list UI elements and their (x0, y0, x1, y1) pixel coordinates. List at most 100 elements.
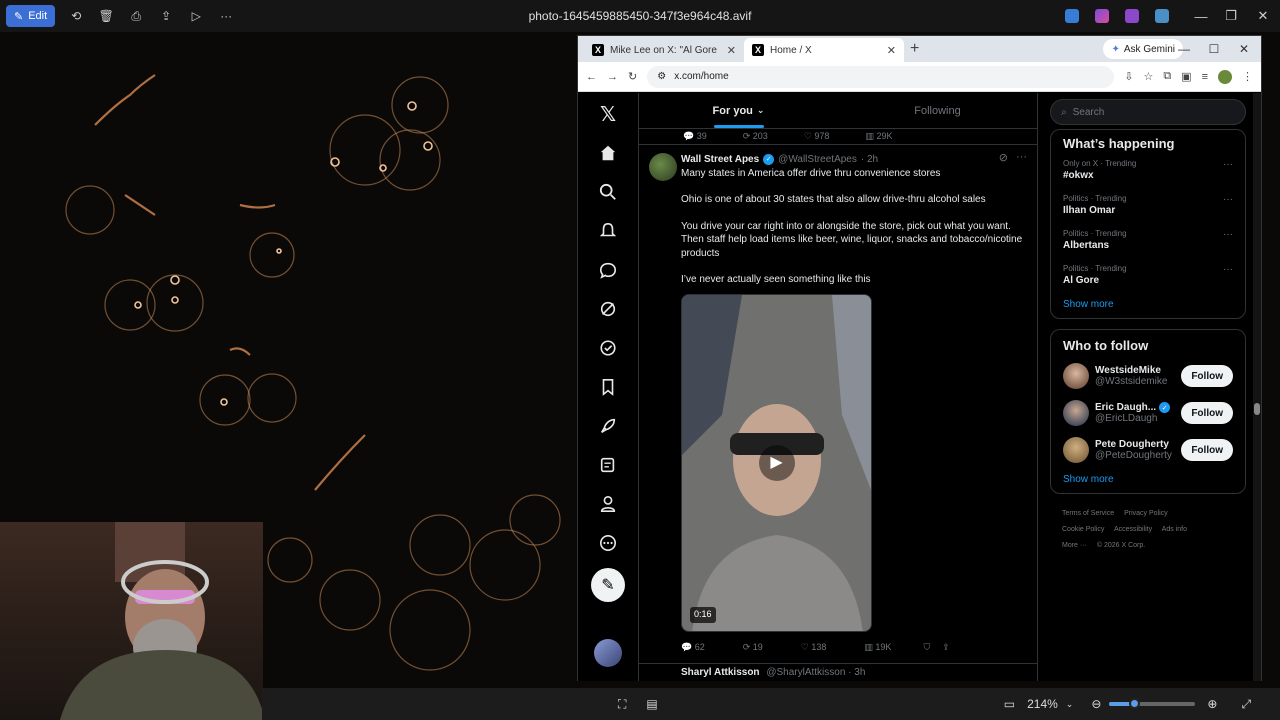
tweet-time[interactable]: · 2h (861, 153, 878, 167)
play-icon[interactable]: ▶ (758, 444, 795, 481)
tab-following[interactable]: Following (838, 93, 1037, 128)
repost-button[interactable]: ⟳ 19 (743, 642, 763, 653)
close-tab-icon[interactable]: ✕ (887, 44, 896, 57)
forward-icon[interactable]: → (607, 71, 618, 83)
install-icon[interactable]: ⇩ (1124, 70, 1133, 83)
grok-explain-icon[interactable]: ⊘ (999, 151, 1008, 164)
views-button[interactable]: ▥ 19K (864, 642, 891, 653)
tab-mike-lee[interactable]: X Mike Lee on X: "Al Gore has cal ✕ (584, 38, 744, 62)
like-button[interactable]: ♡ 138 (801, 642, 827, 653)
next-tweet-preview[interactable]: Sharyl Attkisson @SharylAttkisson · 3h (639, 663, 1037, 681)
x-logo-icon[interactable]: 𝕏 (595, 101, 621, 127)
avatar[interactable] (1063, 363, 1089, 389)
account-avatar[interactable] (594, 639, 622, 667)
bookmarks-icon[interactable] (595, 374, 621, 400)
zoom-in-icon[interactable]: ⊕ (1207, 697, 1217, 711)
minimize-icon[interactable]: — (1169, 38, 1199, 60)
aspect-icon[interactable]: ▭ (1004, 697, 1015, 711)
app-tray-icon[interactable] (1125, 9, 1139, 23)
author-name[interactable]: Sharyl Attkisson (681, 667, 760, 678)
grok-icon[interactable] (595, 296, 621, 322)
chevron-down-icon[interactable]: ⌄ (1066, 699, 1074, 710)
fit-icon[interactable]: ⛶ (618, 697, 626, 712)
new-tab-icon[interactable]: + (910, 38, 919, 62)
zoom-slider-thumb[interactable] (1129, 698, 1141, 709)
reading-list-icon[interactable]: ≡ (1202, 71, 1208, 83)
trend-item[interactable]: Politics · Trending Ilhan Omar ··· (1063, 194, 1233, 216)
menu-icon[interactable]: ⋮ (1242, 70, 1253, 83)
trend-item[interactable]: Politics · Trending Al Gore ··· (1063, 264, 1233, 286)
cloud-icon[interactable] (1155, 9, 1169, 23)
trend-item[interactable]: Only on X · Trending #okwx ··· (1063, 159, 1233, 181)
extensions-icon[interactable]: ⧉ (1163, 70, 1171, 83)
scrollbar-thumb[interactable] (1254, 403, 1260, 415)
author-name[interactable]: Wall Street Apes (681, 153, 759, 167)
repost-count[interactable]: ⟳ 203 (743, 131, 768, 142)
reload-icon[interactable]: ↻ (628, 70, 637, 83)
rocket-icon[interactable] (595, 413, 621, 439)
close-icon[interactable]: ✕ (1229, 38, 1259, 60)
bookmark-star-icon[interactable]: ☆ (1143, 70, 1153, 83)
zoom-slider[interactable] (1109, 698, 1196, 709)
follow-button[interactable]: Follow (1181, 365, 1233, 387)
messages-icon[interactable] (595, 257, 621, 283)
more-options-icon[interactable]: ··· (1223, 159, 1233, 170)
avatar[interactable] (1063, 437, 1089, 463)
show-more-link[interactable]: Show more (1063, 299, 1233, 310)
back-icon[interactable]: ← (586, 71, 597, 83)
footer-link[interactable]: Accessibility (1114, 526, 1152, 533)
rotate-icon[interactable]: ⟲ (67, 7, 85, 25)
tweet[interactable]: ⊘ ··· Wall Street Apes ✓ @WallStreetApes… (639, 145, 1037, 656)
slideshow-icon[interactable]: ▷ (187, 7, 205, 25)
more-options-icon[interactable]: ··· (217, 7, 235, 25)
follow-button[interactable]: Follow (1181, 402, 1233, 424)
share-icon[interactable]: ⇪ (942, 642, 950, 653)
maximize-icon[interactable]: ❐ (1216, 0, 1246, 32)
verified-orgs-icon[interactable] (595, 335, 621, 361)
footer-link[interactable]: Ads info (1162, 526, 1187, 533)
articles-icon[interactable] (595, 452, 621, 478)
zoom-out-icon[interactable]: ⊖ (1091, 697, 1101, 711)
close-icon[interactable]: ✕ (1248, 0, 1278, 32)
home-icon[interactable] (595, 140, 621, 166)
tweet-video[interactable]: ▶ 0:16 (681, 293, 872, 632)
more-circle-icon[interactable] (595, 530, 621, 556)
delete-icon[interactable]: 🗑 (97, 7, 115, 25)
close-tab-icon[interactable]: ✕ (727, 44, 736, 57)
share-icon[interactable]: ⇪ (157, 7, 175, 25)
tab-home-x[interactable]: X Home / X ✕ (744, 38, 904, 62)
notifications-bell-icon[interactable] (595, 218, 621, 244)
more-options-icon[interactable]: ··· (1223, 229, 1233, 240)
maximize-icon[interactable]: ☐ (1199, 38, 1229, 60)
zoom-level[interactable]: 214% (1027, 697, 1058, 711)
info-icon[interactable]: ▤ (646, 697, 657, 711)
like-count[interactable]: ♡ 978 (804, 131, 830, 142)
reply-button[interactable]: 💬 62 (681, 642, 705, 653)
tab-for-you[interactable]: For you ⌄ (639, 93, 838, 128)
follow-suggestion[interactable]: WestsideMike @W3stsidemike Follow (1063, 363, 1233, 389)
more-options-icon[interactable]: ··· (1223, 264, 1233, 275)
author-handle[interactable]: @WallStreetApes (778, 153, 857, 167)
profile-icon[interactable] (595, 491, 621, 517)
split-view-icon[interactable]: ▣ (1181, 70, 1191, 83)
footer-link[interactable]: Terms of Service (1062, 510, 1114, 517)
author-handle[interactable]: @SharylAttkisson · 3h (766, 667, 865, 678)
more-options-icon[interactable]: ··· (1016, 151, 1027, 164)
reply-count[interactable]: 💬 39 (683, 131, 707, 142)
print-icon[interactable]: ⎙ (127, 7, 145, 25)
view-count[interactable]: ▥ 29K (865, 131, 892, 142)
app-tray-icon[interactable] (1095, 9, 1109, 23)
footer-link[interactable]: Privacy Policy (1124, 510, 1168, 517)
url-field[interactable]: ⚙ x.com/home (647, 65, 1115, 88)
site-settings-icon[interactable]: ⚙ (657, 71, 666, 82)
follow-button[interactable]: Follow (1181, 439, 1233, 461)
edit-button[interactable]: ✎ Edit (6, 5, 56, 27)
search-input[interactable]: ⌕ Search (1050, 99, 1246, 125)
app-tray-icon[interactable] (1065, 9, 1079, 23)
fullscreen-icon[interactable]: ⤢ (1241, 697, 1251, 712)
footer-link[interactable]: More ··· (1062, 542, 1087, 549)
minimize-icon[interactable]: — (1186, 0, 1216, 32)
bookmark-icon[interactable]: ⛉ (923, 642, 930, 653)
follow-suggestion[interactable]: Eric Daugh... ✓ @EricLDaugh Follow (1063, 400, 1233, 426)
compose-post-button[interactable]: ✎ (591, 568, 625, 602)
